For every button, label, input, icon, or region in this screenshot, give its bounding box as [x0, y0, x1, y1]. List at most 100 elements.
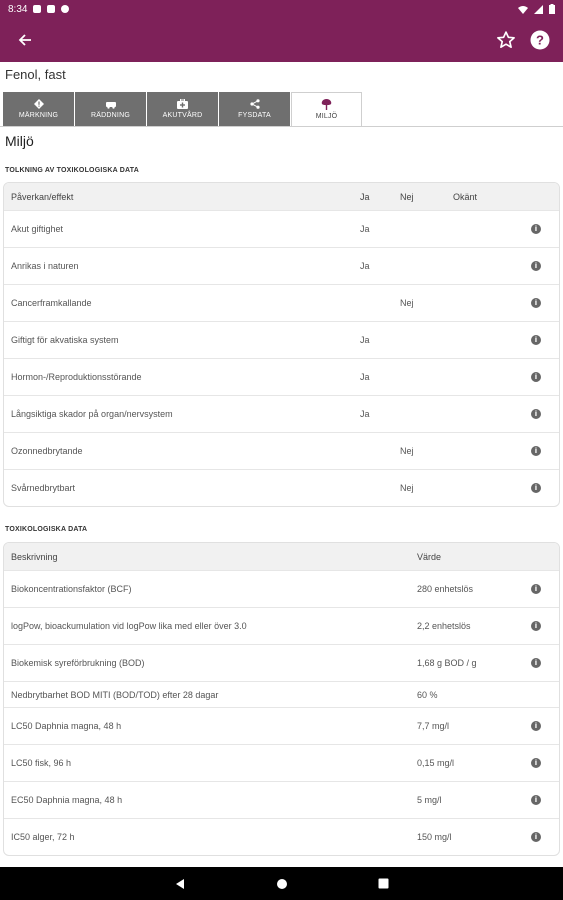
ja-value: Ja: [360, 335, 370, 345]
info-icon[interactable]: i: [531, 721, 541, 731]
tab-bar: MÄRKNING RÄDDNING AKUTVÅRD FYSDATA MILJÖ: [3, 92, 560, 126]
tab-divider: [0, 126, 563, 127]
table-row: Svårnedbrytbart Nej i: [4, 469, 559, 506]
tab-label: MILJÖ: [315, 113, 338, 120]
notification-icon: [61, 5, 70, 13]
battery-icon: [549, 4, 555, 14]
table-row: Anrikas i naturen Ja i: [4, 247, 559, 284]
desc-label: LC50 fisk, 96 h: [11, 758, 72, 768]
value-label: 280 enhetslös: [417, 584, 474, 594]
desc-label: EC50 Daphnia magna, 48 h: [11, 795, 123, 805]
info-icon[interactable]: i: [531, 409, 541, 419]
table-row: Akut giftighet Ja i: [4, 210, 559, 247]
info-icon[interactable]: i: [531, 224, 541, 234]
info-icon[interactable]: i: [531, 446, 541, 456]
info-icon[interactable]: i: [531, 261, 541, 271]
back-button[interactable]: [0, 18, 50, 62]
value-label: 2,2 enhetslös: [417, 621, 471, 631]
ja-value: Ja: [360, 224, 370, 234]
tree-icon: [321, 99, 332, 110]
nej-value: Nej: [400, 446, 414, 456]
table-row: LC50 fisk, 96 h 0,15 mg/l i: [4, 744, 559, 781]
effect-label: Hormon-/Reproduktionsstörande: [11, 372, 142, 382]
tab-label: AKUTVÅRD: [162, 112, 203, 119]
signal-icon: [534, 4, 543, 14]
desc-label: Biokoncentrationsfaktor (BCF): [11, 584, 132, 594]
desc-label: logPow, bioackumulation vid logPow lika …: [11, 621, 247, 631]
info-icon[interactable]: i: [531, 372, 541, 382]
effect-label: Cancerframkallande: [11, 298, 92, 308]
info-icon[interactable]: i: [531, 483, 541, 493]
tab-markning[interactable]: MÄRKNING: [3, 92, 74, 126]
nej-value: Nej: [400, 298, 414, 308]
ja-value: Ja: [360, 409, 370, 419]
tab-miljo[interactable]: MILJÖ: [291, 92, 362, 126]
info-icon[interactable]: i: [531, 795, 541, 805]
status-bar: 8:34: [0, 0, 563, 18]
table-header: Beskrivning Värde: [4, 543, 559, 570]
value-label: 0,15 mg/l: [417, 758, 455, 768]
value-label: 5 mg/l: [417, 795, 442, 805]
help-button[interactable]: ?: [527, 27, 553, 53]
table-row: Biokemisk syreförbrukning (BOD) 1,68 g B…: [4, 644, 559, 681]
value-label: 60 %: [417, 689, 438, 700]
value-label: 1,68 g BOD / g: [417, 658, 477, 668]
table-row: Biokoncentrationsfaktor (BCF) 280 enhets…: [4, 570, 559, 607]
toxdata-header: TOXIKOLOGISKA DATA: [5, 526, 88, 533]
tolkning-table: Påverkan/effekt Ja Nej Okänt Akut giftig…: [3, 182, 560, 507]
notification-icon: [47, 5, 56, 13]
col-nej: Nej: [400, 191, 414, 202]
app-bar: ?: [0, 18, 563, 62]
page-title: Miljö: [5, 133, 34, 149]
effect-label: Ozonnedbrytande: [11, 446, 83, 456]
info-icon[interactable]: i: [531, 298, 541, 308]
effect-label: Giftigt för akvatiska system: [11, 335, 119, 345]
col-okant: Okänt: [453, 191, 478, 202]
status-time: 8:34: [8, 3, 28, 15]
col-ja: Ja: [360, 191, 370, 202]
nav-recents-icon[interactable]: [378, 878, 389, 889]
info-icon[interactable]: i: [531, 335, 541, 345]
table-row: IC50 alger, 72 h 150 mg/l i: [4, 818, 559, 855]
nej-value: Nej: [400, 483, 414, 493]
tab-akutvard[interactable]: AKUTVÅRD: [147, 92, 218, 126]
info-icon[interactable]: i: [531, 584, 541, 594]
info-icon[interactable]: i: [531, 758, 541, 768]
table-row: EC50 Daphnia magna, 48 h 5 mg/l i: [4, 781, 559, 818]
info-icon[interactable]: i: [531, 832, 541, 842]
vehicle-icon: [105, 101, 116, 109]
toxdata-table: Beskrivning Värde Biokoncentrationsfakto…: [3, 542, 560, 856]
tab-fysdata[interactable]: FYSDATA: [219, 92, 290, 126]
warning-diamond-icon: [33, 99, 44, 109]
desc-label: Nedbrytbarhet BOD MITI (BOD/TOD) efter 2…: [11, 689, 219, 700]
effect-label: Anrikas i naturen: [11, 261, 79, 271]
info-icon[interactable]: i: [531, 621, 541, 631]
table-header: Påverkan/effekt Ja Nej Okänt: [4, 183, 559, 210]
wifi-icon: [518, 5, 528, 14]
ja-value: Ja: [360, 372, 370, 382]
table-row: Cancerframkallande Nej i: [4, 284, 559, 321]
tab-raddning[interactable]: RÄDDNING: [75, 92, 146, 126]
effect-label: Akut giftighet: [11, 224, 64, 234]
desc-label: Biokemisk syreförbrukning (BOD): [11, 658, 145, 668]
desc-label: LC50 Daphnia magna, 48 h: [11, 721, 122, 731]
tab-label: RÄDDNING: [91, 111, 130, 119]
table-row: Långsiktiga skador på organ/nervsystem J…: [4, 395, 559, 432]
tab-label: FYSDATA: [238, 112, 271, 119]
nav-back-icon[interactable]: [174, 878, 186, 890]
table-row: LC50 Daphnia magna, 48 h 7,7 mg/l i: [4, 707, 559, 744]
table-row: Giftigt för akvatiska system Ja i: [4, 321, 559, 358]
share-nodes-icon: [249, 99, 260, 109]
info-icon[interactable]: i: [531, 658, 541, 668]
value-label: 150 mg/l: [417, 832, 452, 842]
svg-text:?: ?: [536, 33, 544, 48]
notification-icon: [33, 5, 42, 13]
help-circle-icon: ?: [530, 30, 550, 50]
star-icon: [497, 31, 515, 49]
ja-value: Ja: [360, 261, 370, 271]
col-value: Värde: [417, 551, 442, 562]
nav-home-icon[interactable]: [276, 878, 288, 890]
favorite-button[interactable]: [493, 27, 519, 53]
tab-label: MÄRKNING: [18, 112, 59, 119]
first-aid-kit-icon: [177, 99, 188, 109]
